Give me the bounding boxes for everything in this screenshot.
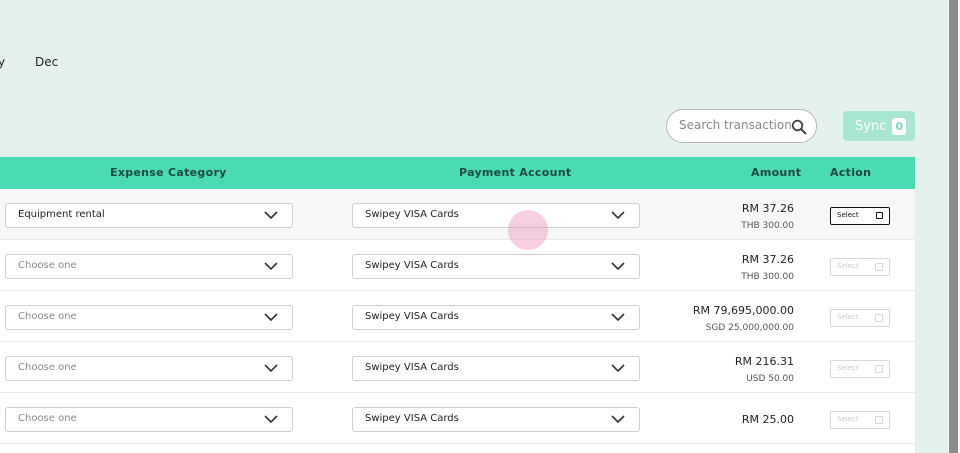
chevron-down-icon — [264, 211, 278, 220]
payment-account-select[interactable]: Swipey VISA Cards — [352, 305, 640, 330]
expense-category-value: Equipment rental — [18, 209, 105, 220]
header-action: Action — [830, 166, 872, 179]
header-expense-category: Expense Category — [110, 166, 227, 179]
payment-account-select[interactable]: Swipey VISA Cards — [352, 203, 640, 228]
expense-category-placeholder: Choose one — [18, 362, 77, 373]
chevron-down-icon — [611, 211, 625, 220]
chevron-down-icon — [611, 262, 625, 271]
checkbox-icon[interactable] — [875, 314, 883, 322]
action-select-label: Select — [837, 313, 859, 321]
amount-converted: RM 216.31 — [734, 355, 794, 368]
payment-account-value: Swipey VISA Cards — [365, 260, 459, 271]
amount-converted: RM 25.00 — [741, 413, 794, 426]
header-amount: Amount — [751, 166, 802, 179]
transactions-table: Expense Category Payment Account Amount … — [0, 157, 915, 453]
table-row: Choose one Swipey VISA Cards RM 79,695,0… — [0, 291, 915, 342]
amount-converted: RM 37.26 — [741, 202, 794, 215]
expense-category-placeholder: Choose one — [18, 413, 77, 424]
amount-original: SGD 25,000,000.00 — [705, 323, 794, 333]
search-box[interactable] — [666, 109, 817, 143]
page-scrollbar[interactable] — [948, 0, 960, 453]
expense-category-select[interactable]: Choose one — [5, 254, 293, 279]
amount-original: THB 300.00 — [741, 272, 794, 282]
table-row: Equipment rental Swipey VISA Cards RM 37… — [0, 189, 915, 240]
action-select-label: Select — [837, 415, 859, 423]
amount-converted: RM 79,695,000.00 — [692, 304, 794, 317]
payment-account-value: Swipey VISA Cards — [365, 362, 459, 373]
action-select[interactable]: Select — [830, 309, 890, 327]
chevron-down-icon — [264, 415, 278, 424]
action-select-label: Select — [837, 211, 859, 219]
search-icon[interactable] — [791, 119, 807, 135]
expense-category-placeholder: Choose one — [18, 260, 77, 271]
action-select[interactable]: Select — [830, 411, 890, 429]
action-select-label: Select — [837, 364, 859, 372]
payment-account-select[interactable]: Swipey VISA Cards — [352, 356, 640, 381]
payment-account-select[interactable]: Swipey VISA Cards — [352, 254, 640, 279]
expense-category-placeholder: Choose one — [18, 311, 77, 322]
chevron-down-icon — [611, 313, 625, 322]
checkbox-icon[interactable] — [875, 263, 883, 271]
chevron-down-icon — [611, 364, 625, 373]
chevron-down-icon — [611, 415, 625, 424]
checkbox-icon[interactable] — [875, 416, 883, 424]
scrollbar-thumb[interactable] — [949, 0, 958, 453]
payment-account-value: Swipey VISA Cards — [365, 209, 459, 220]
payment-account-select[interactable]: Swipey VISA Cards — [352, 407, 640, 432]
action-select[interactable]: Select — [830, 360, 890, 378]
table-header: Expense Category Payment Account Amount … — [0, 157, 915, 189]
amount-original: USD 50.00 — [746, 374, 794, 384]
chevron-down-icon — [264, 262, 278, 271]
action-select[interactable]: Select — [830, 258, 890, 276]
amount-original: THB 300.00 — [741, 221, 794, 231]
payment-account-value: Swipey VISA Cards — [365, 311, 459, 322]
expense-category-select[interactable]: Choose one — [5, 356, 293, 381]
sync-button-label: Sync — [855, 118, 887, 134]
action-select-label: Select — [837, 262, 859, 270]
expense-category-select[interactable]: Choose one — [5, 407, 293, 432]
expense-category-select[interactable]: Equipment rental — [5, 203, 293, 228]
search-input[interactable] — [679, 118, 791, 132]
month-tab-dec[interactable]: Dec — [35, 55, 58, 69]
chevron-down-icon — [264, 313, 278, 322]
payment-account-value: Swipey VISA Cards — [365, 413, 459, 424]
amount-converted: RM 37.26 — [741, 253, 794, 266]
expense-category-select[interactable]: Choose one — [5, 305, 293, 330]
checkbox-icon[interactable] — [876, 212, 883, 219]
checkbox-icon[interactable] — [875, 365, 883, 373]
header-payment-account: Payment Account — [459, 166, 572, 179]
sync-count-badge: 0 — [892, 117, 907, 135]
month-tab-partial[interactable]: y — [0, 55, 5, 69]
table-row: Choose one Swipey VISA Cards RM 216.31 U… — [0, 342, 915, 393]
action-select[interactable]: Select — [830, 207, 890, 225]
table-row: Choose one Swipey VISA Cards RM 25.00 Se… — [0, 393, 915, 444]
table-row: Choose one Swipey VISA Cards RM 37.26 TH… — [0, 240, 915, 291]
chevron-down-icon — [264, 364, 278, 373]
sync-button[interactable]: Sync 0 — [843, 111, 915, 141]
